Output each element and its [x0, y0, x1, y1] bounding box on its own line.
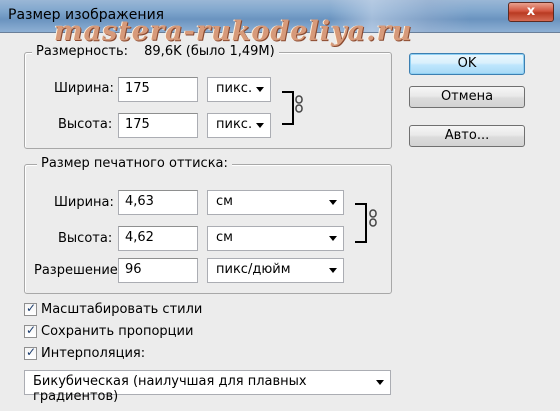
- resample-label[interactable]: Интерполяция:: [41, 346, 145, 361]
- doc-width-input[interactable]: 4,63: [118, 190, 198, 215]
- doc-width-unit: см: [216, 194, 233, 209]
- doc-width-unit-select[interactable]: см: [207, 190, 344, 215]
- document-size-legend: Размер печатного оттиска:: [37, 156, 232, 171]
- chain-link-icon: [369, 209, 377, 227]
- scale-styles-label[interactable]: Масштабировать стили: [41, 302, 202, 317]
- resolution-unit: пикс/дюйм: [216, 262, 291, 277]
- constrain-proportions-checkbox[interactable]: ✓: [24, 323, 37, 338]
- resolution-unit-select[interactable]: пикс/дюйм: [207, 258, 344, 283]
- chain-link-icon: [295, 95, 303, 113]
- pixel-height-unit: пикс.: [216, 117, 253, 132]
- scale-styles-checkbox[interactable]: ✓: [24, 301, 37, 316]
- resolution-label: Разрешение:: [34, 263, 123, 278]
- chevron-down-icon: [256, 123, 264, 128]
- pixel-height-input[interactable]: 175: [118, 113, 198, 138]
- chevron-down-icon: [329, 200, 337, 205]
- resample-checkbox[interactable]: ✓: [24, 345, 37, 360]
- doc-width-label: Ширина:: [54, 195, 114, 210]
- doc-height-input[interactable]: 4,62: [118, 226, 198, 251]
- pixel-width-unit-select[interactable]: пикс.: [207, 77, 271, 102]
- dialog-body: Размерность: 89,6K (было 1,49M) Ширина: …: [0, 33, 560, 411]
- resample-method-select[interactable]: Бикубическая (наилучшая для плавных град…: [24, 370, 391, 404]
- auto-button[interactable]: Авто...: [409, 125, 525, 147]
- doc-height-unit: см: [216, 230, 233, 245]
- checkmark-icon: ✓: [26, 301, 37, 315]
- chevron-down-icon: [256, 87, 264, 92]
- chevron-down-icon: [329, 268, 337, 273]
- chevron-down-icon: [329, 236, 337, 241]
- pixel-width-input[interactable]: 175: [118, 77, 198, 102]
- checkmark-icon: ✓: [26, 345, 37, 359]
- chevron-down-icon: [376, 380, 384, 385]
- pixel-constrain-bracket: [282, 91, 294, 125]
- ok-button[interactable]: OK: [409, 53, 525, 75]
- doc-height-label: Высота:: [58, 231, 113, 246]
- constrain-proportions-label[interactable]: Сохранить пропорции: [41, 324, 193, 339]
- pixel-width-label: Ширина:: [54, 81, 114, 96]
- doc-height-unit-select[interactable]: см: [207, 226, 344, 251]
- pixel-height-label: Высота:: [58, 117, 113, 132]
- pixel-width-unit: пикс.: [216, 81, 253, 96]
- doc-constrain-bracket: [355, 203, 367, 243]
- resolution-input[interactable]: 96: [118, 258, 198, 283]
- watermark-text: mastera-rukodeliya.ru: [54, 16, 413, 47]
- cancel-button[interactable]: Отмена: [409, 86, 525, 108]
- resample-method-value: Бикубическая (наилучшая для плавных град…: [33, 374, 307, 404]
- checkmark-icon: ✓: [26, 323, 37, 337]
- pixel-height-unit-select[interactable]: пикс.: [207, 113, 271, 138]
